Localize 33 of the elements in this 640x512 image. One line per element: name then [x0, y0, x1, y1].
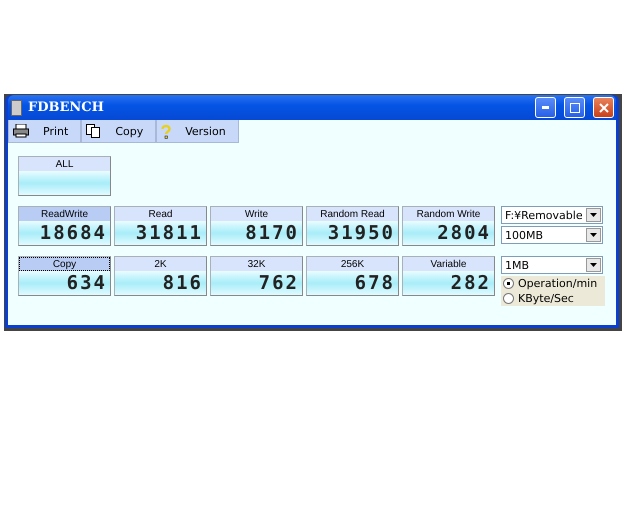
benchmark-button[interactable]: Random Read 31950	[306, 206, 399, 246]
unit-radio[interactable]: KByte/Sec	[501, 291, 605, 306]
maximize-button[interactable]	[564, 97, 585, 118]
benchmark-button[interactable]: 256K 678	[306, 256, 399, 296]
benchmark-button[interactable]: 32K 762	[210, 256, 303, 296]
close-icon	[598, 102, 608, 112]
caret-icon[interactable]	[586, 228, 601, 242]
close-button[interactable]	[593, 97, 614, 118]
size-select[interactable]: 100MB	[501, 226, 603, 244]
block-size-select[interactable]: 1MB	[501, 256, 603, 274]
minimize-icon	[542, 106, 549, 109]
benchmark-button[interactable]: Random Write 2804	[402, 206, 495, 246]
toolbar-button[interactable]: Print	[8, 120, 82, 143]
benchmark-button[interactable]: Read 31811	[114, 206, 207, 246]
benchmark-button[interactable]: Copy 634	[18, 256, 111, 296]
drive-select[interactable]: F:¥Removable	[501, 206, 603, 224]
caret-icon[interactable]	[586, 208, 601, 222]
benchmark-button[interactable]: Variable 282	[402, 256, 495, 296]
benchmark-button[interactable]: ReadWrite 18684	[18, 206, 111, 246]
toolbar-button[interactable]: Version	[156, 120, 239, 143]
window-title: FDBENCH	[28, 100, 105, 115]
minimize-button[interactable]	[535, 97, 556, 118]
app-icon	[11, 100, 22, 116]
all-button[interactable]: ALL	[18, 156, 111, 196]
copy-icon	[86, 124, 102, 138]
maximize-icon	[570, 102, 580, 112]
benchmark-button[interactable]: 2K 816	[114, 256, 207, 296]
toolbar-button[interactable]: Copy	[81, 120, 156, 143]
caret-icon[interactable]	[586, 258, 601, 272]
question-icon	[161, 124, 172, 138]
unit-radio[interactable]: Operation/min	[501, 276, 605, 291]
benchmark-button[interactable]: Write 8170	[210, 206, 303, 246]
printer-icon	[13, 124, 29, 138]
